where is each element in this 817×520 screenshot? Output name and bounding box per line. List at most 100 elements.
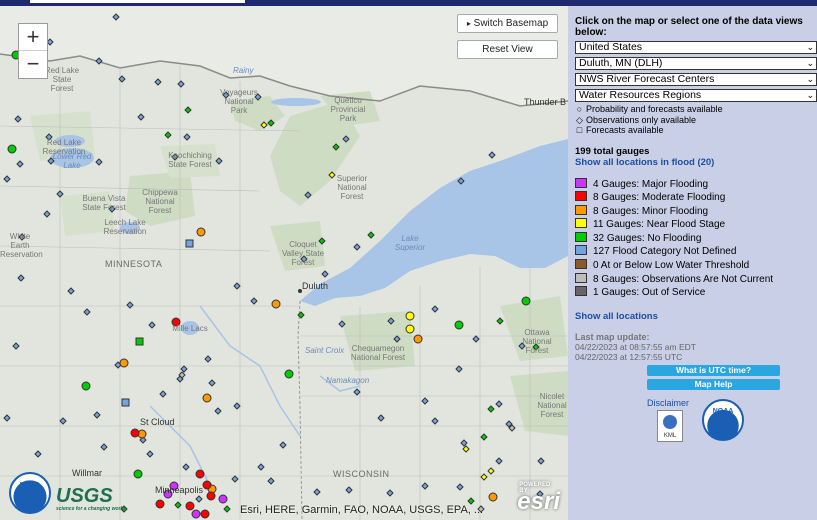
chevron-down-icon: ⌄ bbox=[806, 74, 814, 84]
gauge-marker bbox=[487, 467, 495, 475]
label-koochiching-sf: Koochiching State Forest bbox=[168, 151, 212, 169]
gauge-marker bbox=[34, 450, 42, 458]
gauge-marker bbox=[135, 337, 144, 346]
zoom-control: + − bbox=[18, 23, 48, 79]
select-region[interactable]: Water Resources Regions ⌄ bbox=[575, 89, 817, 102]
gauge-marker bbox=[196, 227, 206, 237]
label-minnesota: MINNESOTA bbox=[105, 259, 163, 269]
gauge-marker bbox=[93, 411, 101, 419]
show-flood-link[interactable]: Show all locations in flood (20) bbox=[575, 157, 817, 168]
label-minneapolis: Minneapolis bbox=[155, 485, 204, 495]
gauge-marker bbox=[405, 324, 415, 334]
kml-icon[interactable]: KML bbox=[657, 410, 683, 442]
gauge-marker bbox=[405, 311, 415, 321]
label-mille-lacs: Mille Lacs bbox=[172, 324, 208, 333]
gauge-marker bbox=[480, 433, 488, 441]
map-help-button[interactable]: Map Help bbox=[647, 378, 780, 390]
category-item[interactable]: 11 Gauges: Near Flood Stage bbox=[575, 218, 817, 232]
gauge-marker bbox=[159, 390, 167, 398]
gauge-marker bbox=[112, 13, 120, 21]
label-ottawa-nf: Ottawa National Forest bbox=[522, 328, 552, 355]
globe-icon bbox=[663, 415, 677, 429]
gauge-marker bbox=[413, 334, 423, 344]
gauge-marker bbox=[304, 191, 312, 199]
gauge-marker bbox=[332, 143, 340, 151]
map-view[interactable]: MINNESOTA WISCONSIN Lake Superior Duluth… bbox=[0, 6, 568, 520]
gauge-marker bbox=[313, 488, 321, 496]
label-st-cloud: St Cloud bbox=[140, 417, 175, 427]
category-item[interactable]: 4 Gauges: Major Flooding bbox=[575, 177, 817, 192]
category-item[interactable]: 0 At or Below Low Water Threshold bbox=[575, 259, 817, 273]
gauge-marker bbox=[267, 119, 275, 127]
label-buena-vista-sf: Buena Vista State Forest bbox=[82, 194, 126, 212]
circle-icon: ○ bbox=[576, 104, 583, 114]
gauge-marker bbox=[279, 441, 287, 449]
gauge-marker bbox=[59, 417, 67, 425]
gauge-marker bbox=[231, 475, 239, 483]
gauge-marker bbox=[185, 239, 194, 248]
gauge-marker bbox=[386, 489, 394, 497]
show-all-link[interactable]: Show all locations bbox=[575, 311, 817, 322]
switch-basemap-label: Switch Basemap bbox=[473, 18, 549, 29]
gauge-marker bbox=[137, 113, 145, 121]
switch-basemap-button[interactable]: ▸ Switch Basemap bbox=[457, 14, 558, 33]
update-utc: 04/22/2023 at 12:57:55 UTC bbox=[575, 351, 683, 362]
gauge-marker bbox=[155, 499, 165, 509]
gauge-marker bbox=[233, 282, 241, 290]
gauge-marker bbox=[214, 407, 222, 415]
header-input-strip bbox=[30, 0, 245, 3]
gauge-marker bbox=[215, 157, 223, 165]
gauge-marker bbox=[202, 393, 212, 403]
key-item: ○ Probability and forecasts available bbox=[576, 104, 723, 114]
utc-time-button[interactable]: What is UTC time? bbox=[647, 364, 780, 376]
gauge-marker bbox=[100, 443, 108, 451]
label-quetico-pp: Quetico Provincial Park bbox=[330, 96, 366, 123]
label-rainy: Rainy bbox=[233, 66, 254, 75]
category-item[interactable]: 1 Gauges: Out of Service bbox=[575, 286, 817, 300]
gauge-marker bbox=[353, 243, 361, 251]
instructions: Click on the map or select one of the da… bbox=[575, 16, 803, 38]
reset-view-button[interactable]: Reset View bbox=[457, 40, 558, 59]
gauge-marker bbox=[67, 287, 75, 295]
gauge-marker bbox=[233, 402, 241, 410]
category-item[interactable]: 8 Gauges: Moderate Flooding bbox=[575, 191, 817, 205]
gauge-marker bbox=[537, 457, 545, 465]
gauge-marker bbox=[81, 381, 91, 391]
gauge-marker bbox=[154, 78, 162, 86]
label-red-lake-sf: Red Lake State Forest bbox=[44, 66, 80, 93]
select-country[interactable]: United States ⌄ bbox=[575, 41, 817, 54]
label-leech-lake-reservation: Leech Lake Reservation bbox=[103, 218, 147, 236]
category-item[interactable]: 127 Flood Category Not Defined bbox=[575, 245, 817, 259]
label-chippewa-nf: Chippewa National Forest bbox=[142, 188, 178, 215]
last-update-label: Last map update: bbox=[575, 331, 650, 342]
gauge-marker bbox=[457, 177, 465, 185]
swatch bbox=[575, 272, 587, 283]
gauge-marker bbox=[200, 509, 210, 519]
select-rfc[interactable]: NWS River Forecast Centers ⌄ bbox=[575, 73, 817, 86]
swatch bbox=[575, 231, 587, 242]
category-item[interactable]: 8 Gauges: Observations Are Not Current bbox=[575, 272, 817, 287]
noaa-seal-icon[interactable]: NOAA bbox=[702, 399, 744, 441]
chevron-down-icon: ⌄ bbox=[806, 42, 814, 52]
label-saint-croix: Saint Croix bbox=[305, 346, 345, 355]
category-item[interactable]: 32 Gauges: No Flooding bbox=[575, 231, 817, 246]
gauge-marker bbox=[421, 397, 429, 405]
category-item[interactable]: 8 Gauges: Minor Flooding bbox=[575, 204, 817, 219]
update-edt: 04/22/2023 at 08:57:55 am EDT bbox=[575, 341, 696, 352]
select-wfo[interactable]: Duluth, MN (DLH) ⌄ bbox=[575, 57, 817, 70]
disclaimer-link[interactable]: Disclaimer bbox=[647, 398, 689, 408]
gauge-marker bbox=[206, 491, 216, 501]
label-duluth: Duluth bbox=[302, 281, 329, 291]
gauge-marker bbox=[3, 175, 11, 183]
swatch bbox=[575, 204, 587, 215]
zoom-out-button[interactable]: − bbox=[19, 51, 47, 78]
gauge-marker bbox=[462, 445, 470, 453]
gauge-marker bbox=[195, 469, 205, 479]
gauge-marker bbox=[180, 365, 188, 373]
gauge-marker bbox=[126, 301, 134, 309]
gauge-marker bbox=[16, 160, 24, 168]
label-willmar: Willmar bbox=[72, 468, 102, 478]
gauge-marker bbox=[17, 274, 25, 282]
gauge-marker bbox=[95, 57, 103, 65]
zoom-in-button[interactable]: + bbox=[19, 24, 47, 51]
